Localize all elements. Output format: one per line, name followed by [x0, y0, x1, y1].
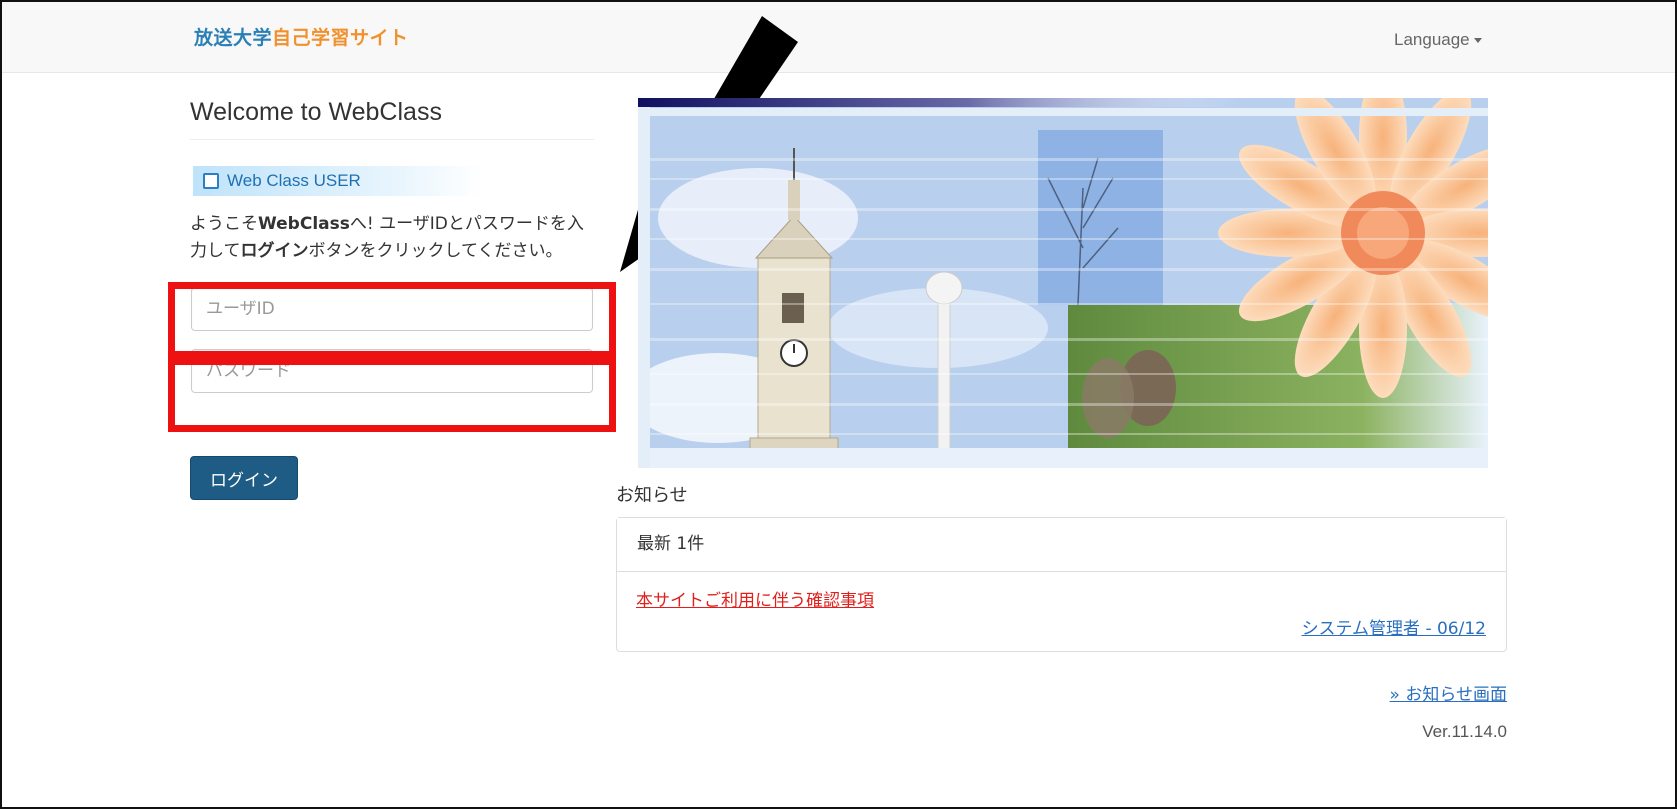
- language-dropdown[interactable]: Language: [1394, 30, 1482, 50]
- brand-name-part1: 放送大学: [194, 27, 273, 49]
- notices-more-link[interactable]: » お知らせ画面: [1390, 680, 1507, 705]
- badge-label: Web Class USER: [227, 171, 361, 190]
- banner-image: [638, 98, 1488, 468]
- notice-item-link[interactable]: 本サイトご利用に伴う確認事項: [636, 586, 874, 611]
- intro-text-1: ようこそ: [190, 214, 258, 234]
- intro-bold-webclass: WebClass: [258, 214, 350, 234]
- site-brand[interactable]: 放送大学自己学習サイト: [194, 26, 409, 50]
- welcome-heading: Welcome to WebClass: [190, 98, 594, 140]
- userid-input[interactable]: [191, 287, 593, 331]
- intro-text-3: ボタンをクリックしてください。: [308, 241, 563, 261]
- login-instructions: ようこそWebClassへ! ユーザIDとパスワードを入力してログインボタンをク…: [190, 211, 592, 265]
- webclass-user-badge: Web Class USER: [193, 166, 483, 196]
- notices-count: 最新 1件: [617, 518, 1506, 572]
- checkbox-icon: [203, 173, 219, 189]
- top-navbar: 放送大学自己学習サイト Language: [2, 2, 1675, 73]
- caret-down-icon: [1473, 38, 1482, 44]
- login-button[interactable]: ログイン: [190, 456, 298, 500]
- version-label: Ver.11.14.0: [1422, 722, 1507, 741]
- brand-name-part2: 自己学習サイト: [272, 27, 409, 49]
- notice-author-link[interactable]: システム管理者 - 06/12: [1302, 614, 1486, 639]
- notices-heading: お知らせ: [616, 485, 688, 506]
- intro-bold-login: ログイン: [240, 241, 309, 261]
- password-input[interactable]: [191, 349, 593, 393]
- language-label: Language: [1394, 30, 1470, 49]
- notices-panel: 最新 1件 本サイトご利用に伴う確認事項 システム管理者 - 06/12: [616, 517, 1507, 652]
- banner-artwork: [638, 98, 1488, 468]
